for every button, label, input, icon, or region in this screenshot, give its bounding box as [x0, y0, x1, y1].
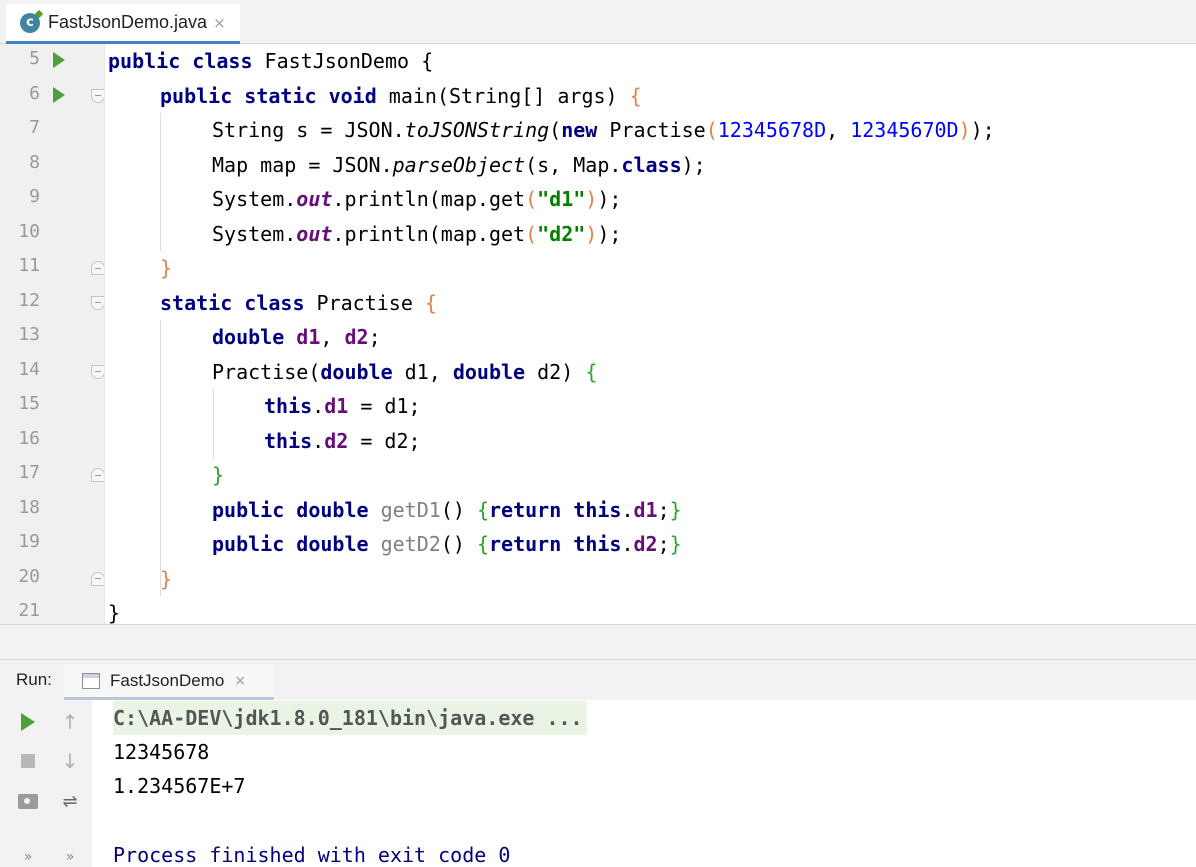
gutter-line: 17 — [0, 458, 105, 493]
gutter-line: 5 — [0, 44, 104, 79]
line-number: 10 — [18, 220, 40, 242]
line-number: 18 — [18, 496, 40, 518]
line-number: 6 — [29, 82, 40, 104]
code-line: public static void main(String[] args) { — [160, 83, 642, 108]
fold-icon[interactable] — [91, 261, 105, 275]
fold-icon[interactable] — [91, 571, 105, 586]
run-tab-label: FastJsonDemo — [110, 670, 225, 690]
close-icon[interactable]: × — [234, 673, 246, 689]
chevron-double-right-icon: » — [65, 849, 75, 865]
code-editor[interactable]: 5 6 7 8 9 10 11 12 13 14 15 16 17 18 19 … — [0, 44, 1196, 624]
gutter-line: 12 — [0, 286, 105, 321]
fold-icon[interactable] — [91, 88, 105, 103]
code-line: this.d1 = d1; — [264, 394, 421, 418]
gutter-line: 16 — [0, 424, 104, 459]
line-number: 15 — [18, 393, 40, 414]
fold-icon[interactable] — [91, 295, 105, 310]
line-number: 11 — [18, 255, 40, 276]
code-line: } — [160, 566, 173, 591]
more-actions-button[interactable]: » — [14, 843, 42, 867]
run-icon — [21, 713, 35, 731]
editor-gutter: 5 6 7 8 9 10 11 12 13 14 15 16 17 18 19 … — [0, 44, 105, 624]
line-number: 17 — [18, 462, 40, 483]
console-output-line: 1.234567E+7 — [113, 774, 246, 798]
code-line: System.out.println(map.get("d2")); — [212, 221, 622, 246]
fold-icon[interactable] — [91, 364, 105, 379]
run-gutter-icon[interactable] — [53, 52, 65, 68]
editor-tab-label: FastJsonDemo.java — [48, 12, 208, 32]
code-line: } — [212, 463, 225, 487]
gutter-line: 19 — [0, 527, 104, 562]
panel-splitter[interactable] — [0, 624, 1196, 660]
editor-tab-bar: c FastJsonDemo.java × — [0, 0, 1196, 44]
code-line: this.d2 = d2; — [264, 428, 421, 453]
code-line: Practise(double d1, double d2) { — [212, 359, 598, 384]
gutter-line: 21 — [0, 596, 104, 624]
code-line: } — [160, 256, 173, 280]
editor-tab-fastjsondemo[interactable]: c FastJsonDemo.java × — [6, 4, 240, 44]
rerun-button[interactable] — [14, 708, 42, 736]
line-number: 12 — [18, 289, 40, 311]
run-tab-fastjsondemo[interactable]: FastJsonDemo × — [64, 664, 274, 700]
console-output-line: 12345678 — [113, 740, 210, 764]
code-line: String s = JSON.toJSONString(new Practis… — [212, 118, 995, 142]
stop-icon — [21, 754, 35, 768]
line-number: 19 — [18, 531, 40, 552]
line-number: 21 — [18, 600, 40, 621]
console-command-line: C:\AA-DEV\jdk1.8.0_181\bin\java.exe ... — [113, 701, 587, 735]
gutter-line: 13 — [0, 320, 104, 355]
code-line: public double getD2() {return this.d2;} — [212, 532, 682, 556]
gutter-line: 20 — [0, 562, 105, 597]
close-icon[interactable]: × — [213, 14, 226, 32]
scroll-down-button[interactable]: ↓ — [56, 747, 84, 775]
gutter-line: 9 — [0, 182, 104, 217]
class-icon: c — [20, 12, 40, 33]
console-output[interactable]: C:\AA-DEV\jdk1.8.0_181\bin\java.exe ... … — [92, 700, 1196, 867]
soft-wrap-button[interactable]: ⇌ — [56, 787, 84, 815]
arrow-down-icon: ↓ — [61, 749, 79, 773]
code-line: } — [108, 601, 121, 624]
code-line: double d1, d2; — [212, 325, 381, 349]
gutter-line: 7 — [0, 113, 104, 148]
gutter-line: 14 — [0, 355, 105, 390]
chevron-double-right-icon: » — [23, 849, 33, 865]
gutter-line: 10 — [0, 217, 104, 252]
gutter-line: 15 — [0, 389, 104, 424]
camera-icon — [18, 793, 38, 809]
run-toolbar: ↑ ↓ ⇌ » » — [0, 700, 92, 867]
indent-guide — [213, 389, 214, 458]
line-number: 8 — [29, 151, 40, 173]
console-icon — [82, 672, 100, 689]
gutter-line: 6 — [0, 79, 105, 114]
line-number: 5 — [29, 48, 40, 69]
gutter-separator — [104, 44, 105, 624]
soft-wrap-icon: ⇌ — [62, 790, 78, 812]
arrow-up-icon: ↑ — [61, 710, 79, 734]
indent-guide — [160, 113, 161, 251]
gutter-line: 18 — [0, 493, 104, 528]
scroll-up-button[interactable]: ↑ — [56, 708, 84, 736]
gutter-line: 8 — [0, 148, 104, 183]
code-line: Map map = JSON.parseObject(s, Map.class)… — [212, 152, 706, 177]
run-panel-header: Run: FastJsonDemo × — [0, 660, 1196, 700]
screenshot-button[interactable] — [14, 787, 42, 815]
run-gutter-icon[interactable] — [53, 86, 65, 103]
indent-guide — [160, 320, 161, 596]
fold-icon[interactable] — [91, 468, 105, 482]
code-line: public class FastJsonDemo { — [108, 49, 434, 73]
gutter-line: 11 — [0, 251, 105, 286]
run-panel-label: Run: — [16, 670, 52, 689]
code-line: System.out.println(map.get("d1")); — [212, 187, 622, 211]
code-line: static class Practise { — [160, 290, 437, 315]
line-number: 7 — [29, 117, 40, 138]
line-number: 16 — [18, 427, 40, 449]
console-exit-message: Process finished with exit code 0 — [113, 843, 511, 867]
line-number: 13 — [18, 324, 40, 345]
line-number: 20 — [18, 565, 40, 587]
line-number: 9 — [29, 186, 40, 207]
stop-button[interactable] — [14, 747, 42, 775]
code-line: public double getD1() {return this.d1;} — [212, 497, 682, 522]
more-actions-button-2[interactable]: » — [56, 843, 84, 867]
line-number: 14 — [18, 358, 40, 380]
